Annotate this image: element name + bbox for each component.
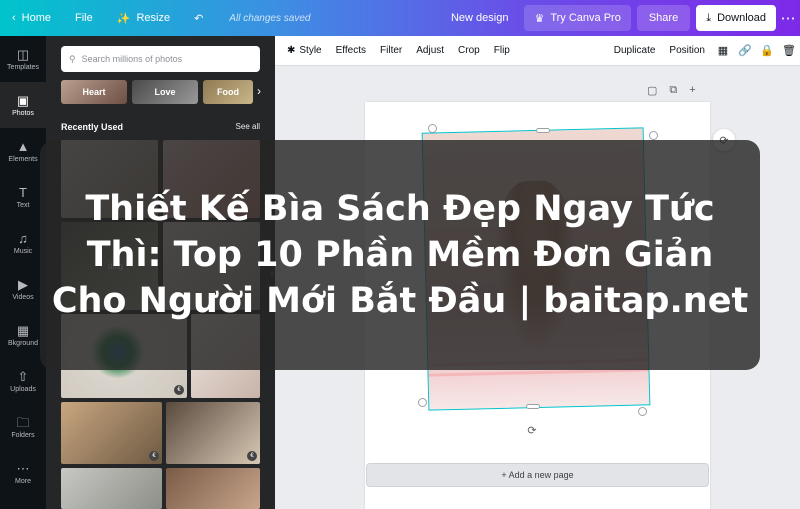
resize-icon: ✨ bbox=[116, 12, 131, 25]
folder-icon: 🗀 bbox=[16, 414, 30, 430]
resize-handle[interactable] bbox=[536, 128, 550, 133]
copy-page-icon[interactable]: ⧉ bbox=[669, 84, 677, 97]
trash-icon[interactable]: 🗑 bbox=[778, 44, 800, 57]
download-icon: ⤓ bbox=[706, 11, 712, 24]
more-options-button[interactable]: ⋯ bbox=[776, 5, 800, 31]
resize-handle[interactable] bbox=[418, 398, 427, 407]
photo-thumb[interactable]: € bbox=[61, 402, 162, 464]
see-all-link[interactable]: See all bbox=[236, 122, 260, 132]
add-page-button[interactable]: + Add a new page bbox=[366, 463, 709, 487]
upload-icon: ⇧ bbox=[17, 368, 29, 384]
chip-love[interactable]: Love bbox=[132, 80, 198, 104]
recently-used-header: Recently Used See all bbox=[61, 122, 260, 132]
title-overlay: Thiết Kế Bìa Sách Đẹp Ngay Tức Thì: Top … bbox=[40, 140, 760, 370]
note-icon[interactable]: ▢ bbox=[647, 84, 657, 97]
elements-icon: ▲ bbox=[16, 138, 30, 154]
top-bar: ‹ Home File ✨ Resize ↶ All changes saved… bbox=[0, 0, 800, 36]
photo-icon: ▣ bbox=[16, 92, 30, 108]
more-horizontal-icon: ⋯ bbox=[780, 10, 796, 27]
keyword-chips: Heart Love Food bbox=[61, 80, 253, 104]
search-box[interactable]: ⚲ Search millions of photos bbox=[61, 46, 260, 72]
new-design-button[interactable]: New design bbox=[441, 5, 518, 31]
background-icon: ▦ bbox=[16, 322, 30, 338]
resize-handle[interactable] bbox=[428, 124, 437, 133]
music-icon: ♫ bbox=[18, 230, 28, 246]
download-button[interactable]: ⤓ Download bbox=[696, 5, 776, 31]
file-menu[interactable]: File bbox=[63, 0, 105, 36]
lock-icon[interactable]: 🔒 bbox=[756, 44, 778, 57]
crown-icon: ♛ bbox=[534, 12, 545, 25]
style-button[interactable]: ✱ Style bbox=[275, 45, 329, 56]
rail-item-more[interactable]: ⋯ More bbox=[0, 450, 46, 496]
plus-icon[interactable]: + bbox=[689, 84, 695, 97]
chip-heart[interactable]: Heart bbox=[61, 80, 127, 104]
chevron-right-icon[interactable]: › bbox=[257, 84, 261, 98]
resize-handle[interactable] bbox=[526, 404, 540, 409]
effects-button[interactable]: Effects bbox=[329, 45, 373, 56]
link-icon[interactable]: 🔗 bbox=[734, 44, 756, 57]
try-pro-button[interactable]: ♛ Try Canva Pro bbox=[524, 5, 631, 31]
save-status: All changes saved bbox=[229, 12, 311, 24]
chip-food[interactable]: Food bbox=[203, 80, 253, 104]
rail-item-uploads[interactable]: ⇧ Uploads bbox=[0, 358, 46, 404]
search-icon: ⚲ bbox=[69, 53, 76, 64]
photo-thumb[interactable] bbox=[61, 468, 162, 509]
page-tools: ▢ ⧉ + bbox=[647, 84, 696, 97]
templates-icon: ◫ bbox=[16, 46, 30, 62]
resize-button[interactable]: ✨ Resize bbox=[105, 0, 182, 36]
context-toolbar: ✱ Style Effects Filter Adjust Crop Flip … bbox=[275, 36, 800, 66]
home-button[interactable]: ‹ Home bbox=[0, 0, 63, 36]
photo-thumb[interactable]: € bbox=[166, 402, 260, 464]
crop-button[interactable]: Crop bbox=[451, 45, 487, 56]
rail-item-templates[interactable]: ◫ Templates bbox=[0, 36, 46, 82]
adjust-button[interactable]: Adjust bbox=[409, 45, 451, 56]
more-icon: ⋯ bbox=[16, 460, 30, 476]
flip-button[interactable]: Flip bbox=[487, 45, 517, 56]
resize-handle[interactable] bbox=[638, 407, 647, 416]
resize-handle[interactable] bbox=[649, 131, 658, 140]
section-title: Recently Used bbox=[61, 122, 124, 132]
pro-badge-icon: € bbox=[247, 451, 257, 461]
transparency-icon[interactable]: ▦ bbox=[712, 44, 734, 57]
rotate-icon[interactable]: ⟳ bbox=[525, 424, 539, 438]
undo-button[interactable]: ↶ bbox=[182, 0, 215, 36]
duplicate-button[interactable]: Duplicate bbox=[607, 45, 663, 56]
sparkle-icon: ✱ bbox=[287, 45, 296, 56]
chevron-left-icon: ‹ bbox=[12, 12, 16, 24]
undo-icon: ↶ bbox=[194, 12, 204, 25]
pro-badge-icon: € bbox=[149, 451, 159, 461]
text-icon: T bbox=[19, 184, 27, 200]
home-label: Home bbox=[21, 12, 52, 24]
overlay-title: Thiết Kế Bìa Sách Đẹp Ngay Tức Thì: Top … bbox=[51, 189, 749, 321]
photo-thumb[interactable] bbox=[166, 468, 260, 509]
rail-item-photos[interactable]: ▣ Photos bbox=[0, 82, 46, 128]
rail-item-folders[interactable]: 🗀 Folders bbox=[0, 404, 46, 450]
video-icon: ▶ bbox=[18, 276, 28, 292]
search-input[interactable]: Search millions of photos bbox=[82, 54, 183, 64]
position-button[interactable]: Position bbox=[662, 45, 712, 56]
share-button[interactable]: Share bbox=[636, 5, 691, 31]
pro-badge-icon: € bbox=[174, 385, 184, 395]
filter-button[interactable]: Filter bbox=[373, 45, 409, 56]
